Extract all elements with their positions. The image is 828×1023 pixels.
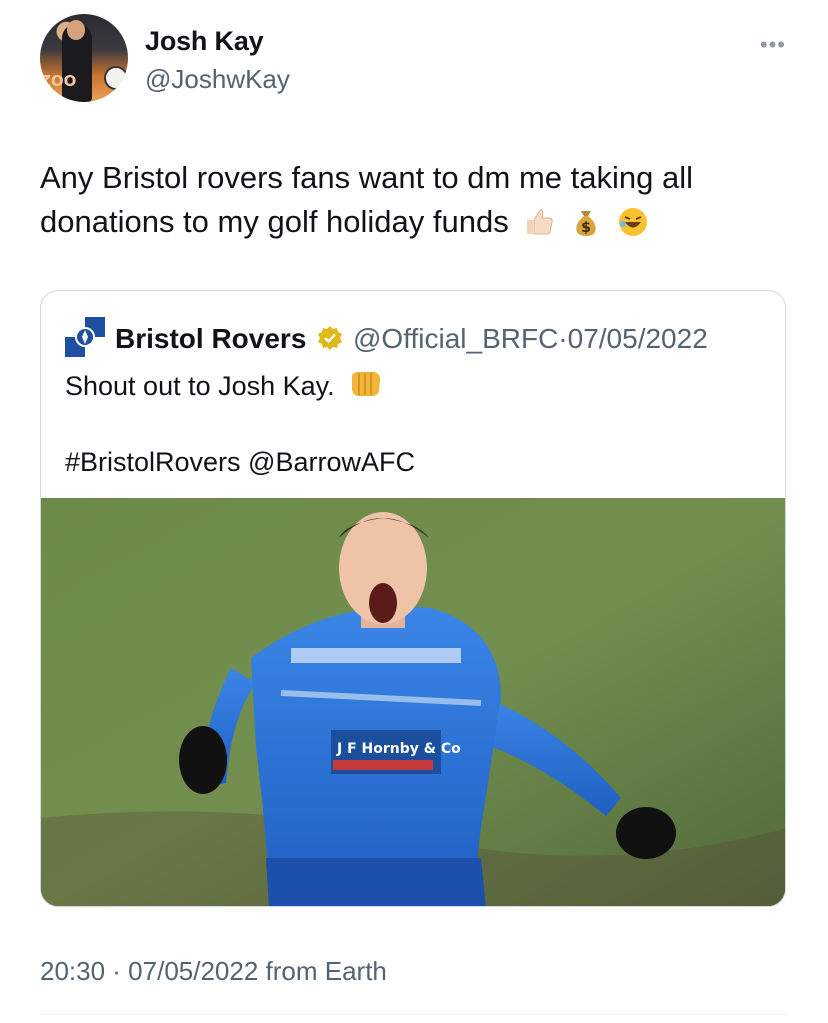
oncoming-fist-icon xyxy=(348,369,382,399)
author-avatar[interactable]: ZOO xyxy=(40,14,128,102)
quoted-text: Shout out to Josh Kay. xyxy=(65,369,765,403)
author-name[interactable]: Josh Kay xyxy=(145,26,264,57)
quoted-body: Shout out to Josh Kay. xyxy=(65,371,335,401)
more-dots-icon[interactable]: ••• xyxy=(760,32,786,58)
svg-text:$: $ xyxy=(581,220,591,236)
bristol-rovers-logo-icon[interactable] xyxy=(65,317,105,357)
quoted-author-name[interactable]: Bristol Rovers xyxy=(115,323,306,355)
thumbs-up-icon xyxy=(523,206,555,238)
quoted-handle[interactable]: @Official_BRFC xyxy=(353,323,558,354)
kit-sponsor: J F Hornby & Co xyxy=(336,741,461,757)
meta-separator: · xyxy=(558,323,568,354)
quoted-tweet[interactable]: Bristol Rovers @Official_BRFC·07/05/2022… xyxy=(40,290,786,907)
quoted-date[interactable]: 07/05/2022 xyxy=(568,323,708,354)
tweet-text: Any Bristol rovers fans want to dm me ta… xyxy=(40,156,790,244)
quoted-meta: @Official_BRFC·07/05/2022 xyxy=(353,323,708,355)
money-bag-icon: $ xyxy=(570,206,602,238)
quoted-hashtags[interactable]: #BristolRovers @BarrowAFC xyxy=(65,447,415,478)
tweet-timestamp[interactable]: 20:30 · 07/05/2022 from Earth xyxy=(40,956,387,987)
author-handle[interactable]: @JoshwKay xyxy=(145,64,290,95)
laughing-emoji-icon xyxy=(617,206,649,238)
divider xyxy=(40,1014,788,1015)
quoted-header: Bristol Rovers @Official_BRFC·07/05/2022 xyxy=(65,317,765,361)
quoted-photo[interactable]: J F Hornby & Co xyxy=(41,498,785,906)
verified-badge-icon xyxy=(317,325,343,351)
avatar-text: ZOO xyxy=(40,72,77,90)
tweet-header: ZOO Josh Kay @JoshwKay ••• xyxy=(40,14,790,106)
